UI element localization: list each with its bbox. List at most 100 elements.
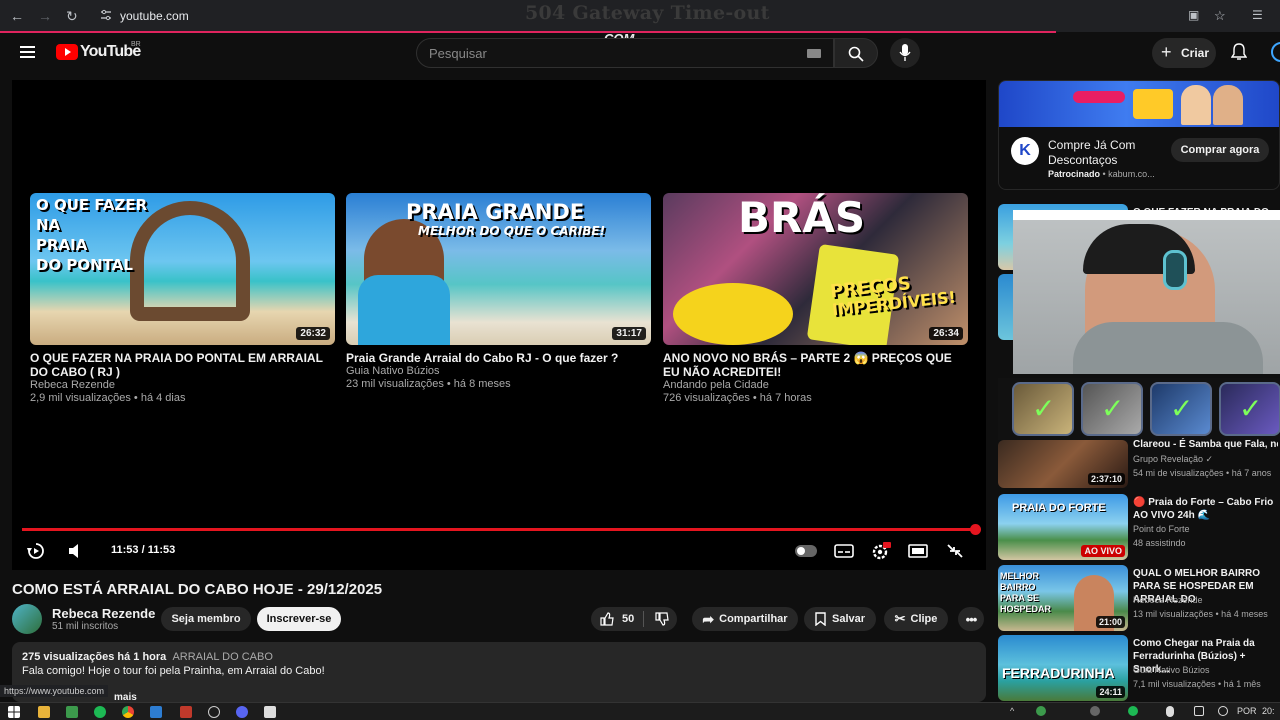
related-channel[interactable]: Guia Nativo Búzios: [1133, 665, 1210, 675]
thumbnail-text: MELHOR BAIRRO PARA SE HOSPEDAR: [1000, 571, 1052, 614]
save-button[interactable]: Salvar: [804, 607, 876, 631]
more-actions-button[interactable]: •••: [958, 607, 984, 631]
ad-sponsored-label: Patrocinado: [1048, 169, 1101, 179]
settings-gear-icon[interactable]: [871, 542, 891, 560]
bookmark-star-icon[interactable]: ☆: [1214, 8, 1226, 24]
promo-burst-shape: [673, 283, 793, 345]
description-box[interactable]: 275 visualizações há 1 hora ARRAIAL DO C…: [12, 642, 986, 702]
spotify-icon[interactable]: [94, 706, 106, 718]
app-icon[interactable]: [264, 706, 276, 718]
thumbnail-text: O QUE FAZER: [36, 196, 148, 214]
related-meta: 48 assistindo: [1133, 538, 1186, 548]
ad-live-badge: [1073, 91, 1125, 103]
tray-app-icon[interactable]: [1036, 706, 1046, 716]
video-title[interactable]: O QUE FAZER NA PRAIA DO PONTAL EM ARRAIA…: [30, 351, 335, 379]
related-channel[interactable]: Grupo Revelação ✓: [1133, 454, 1213, 465]
ad-banner-image[interactable]: [999, 81, 1279, 127]
dislike-icon[interactable]: [655, 612, 669, 626]
channel-name[interactable]: Andando pela Cidade: [663, 379, 968, 392]
ad-cta-button[interactable]: Comprar agora: [1171, 138, 1269, 162]
subscribe-button[interactable]: Inscrever-se: [257, 607, 341, 631]
tray-volume-icon[interactable]: [1218, 706, 1228, 716]
end-screen-video[interactable]: O QUE FAZER NA PRAIA DO PONTAL 26:32 O Q…: [30, 193, 335, 405]
discord-icon[interactable]: [236, 706, 248, 718]
account-avatar[interactable]: [1271, 42, 1280, 62]
site-settings-icon[interactable]: [100, 9, 112, 21]
related-video-thumbnail[interactable]: MELHOR BAIRRO PARA SE HOSPEDAR 21:00: [998, 565, 1128, 631]
tray-spotify-icon[interactable]: [1128, 706, 1138, 716]
file-explorer-icon[interactable]: [38, 706, 50, 718]
ad-person-figure: [1213, 85, 1243, 125]
related-video-thumbnail[interactable]: 2:37:10: [998, 440, 1128, 488]
share-button[interactable]: ➦ Compartilhar: [692, 607, 798, 631]
related-channel[interactable]: Rebeca Rezende: [1133, 595, 1203, 605]
app-icon[interactable]: [66, 706, 78, 718]
search-input[interactable]: Pesquisar: [416, 38, 834, 68]
input-language[interactable]: POR: [1237, 706, 1257, 716]
join-membership-button[interactable]: Seja membro: [161, 607, 251, 631]
chrome-icon[interactable]: [122, 706, 134, 718]
tray-network-icon[interactable]: [1194, 706, 1204, 716]
tray-overflow-icon[interactable]: ^: [1010, 706, 1014, 716]
related-video-thumbnail[interactable]: PRAIA DO FORTE AO VIVO: [998, 494, 1128, 560]
description-hashtag[interactable]: ARRAIAL DO CABO: [172, 651, 272, 663]
create-button[interactable]: + Criar: [1152, 38, 1216, 68]
fullscreen-exit-icon[interactable]: [945, 542, 965, 560]
video-player[interactable]: O QUE FAZER NA PRAIA DO PONTAL 26:32 O Q…: [12, 80, 986, 570]
tray-app-icon[interactable]: [1090, 706, 1100, 716]
video-meta: 23 mil visualizações • há 8 meses: [346, 378, 511, 390]
cast-icon[interactable]: ▣: [1188, 8, 1199, 22]
voice-search-button[interactable]: [890, 38, 920, 68]
autoplay-toggle[interactable]: [795, 545, 817, 557]
app-icon[interactable]: [150, 706, 162, 718]
related-video-item[interactable]: PRAIA DO FORTE AO VIVO 🔴 Praia do Forte …: [998, 494, 1280, 560]
reload-icon[interactable]: ↻: [66, 8, 78, 25]
tray-microphone-icon[interactable]: [1166, 706, 1174, 717]
sponsored-ad-card[interactable]: K Compre Já Com Descontaços Patrocinado …: [998, 80, 1280, 190]
related-video-title[interactable]: 🔴 Praia do Forte – Cabo Frio AO VIVO 24h…: [1133, 496, 1278, 522]
like-icon[interactable]: [600, 612, 614, 626]
end-screen-video[interactable]: BRÁS PREÇOS IMPERDÍVEIS! 26:34 ANO NOVO …: [663, 193, 968, 405]
obs-icon[interactable]: [208, 706, 220, 718]
progress-scrubber[interactable]: [970, 524, 981, 535]
back-icon[interactable]: ←: [10, 8, 24, 24]
ad-title[interactable]: Compre Já Com Descontaços: [1048, 138, 1158, 168]
youtube-logo-icon[interactable]: [56, 44, 78, 60]
replay-icon[interactable]: [26, 542, 46, 560]
channel-name[interactable]: Rebeca Rezende: [30, 379, 335, 392]
related-video-thumbnail[interactable]: FERRADURINHA 24:11: [998, 635, 1128, 701]
clip-button[interactable]: ✂ Clipe: [884, 607, 948, 631]
volume-icon[interactable]: [66, 542, 86, 560]
forward-icon[interactable]: →: [38, 8, 52, 24]
keyboard-icon[interactable]: [807, 49, 821, 58]
related-video-item[interactable]: 2:37:10 Clareou - É Samba que Fala, né G…: [998, 422, 1280, 488]
video-duration: 26:34: [929, 327, 963, 340]
related-video-item[interactable]: FERRADURINHA 24:11 Como Chegar na Praia …: [998, 635, 1280, 701]
subtitles-icon[interactable]: [834, 542, 854, 560]
related-video-title[interactable]: Clareou - É Samba que Fala, né: [1133, 438, 1278, 451]
windows-start-icon[interactable]: [8, 706, 20, 718]
headset-icon: [1163, 250, 1187, 290]
video-thumbnail[interactable]: BRÁS PREÇOS IMPERDÍVEIS! 26:34: [663, 193, 968, 345]
video-title[interactable]: Praia Grande Arraial do Cabo RJ - O que …: [346, 351, 651, 365]
channel-name[interactable]: Guia Nativo Búzios: [346, 365, 651, 378]
channel-avatar[interactable]: [12, 604, 42, 634]
video-thumbnail[interactable]: PRAIA GRANDE MELHOR DO QUE O CARIBE! 31:…: [346, 193, 651, 345]
scissors-icon: ✂: [894, 611, 906, 626]
search-button[interactable]: [834, 38, 878, 68]
video-title[interactable]: ANO NOVO NO BRÁS – PARTE 2 😱 PREÇOS QUE …: [663, 351, 968, 379]
share-arrow-icon: ➦: [702, 610, 715, 627]
browser-menu-icon[interactable]: ☰: [1252, 8, 1263, 22]
related-video-item[interactable]: MELHOR BAIRRO PARA SE HOSPEDAR 21:00 QUA…: [998, 565, 1280, 631]
miniplayer-icon[interactable]: [908, 542, 928, 560]
video-thumbnail[interactable]: O QUE FAZER NA PRAIA DO PONTAL 26:32: [30, 193, 335, 345]
hamburger-menu-icon[interactable]: [20, 45, 36, 59]
related-channel[interactable]: Point do Forte: [1133, 524, 1190, 534]
notifications-bell-icon[interactable]: [1231, 43, 1247, 61]
progress-bar[interactable]: [22, 528, 976, 531]
system-clock[interactable]: 20:: [1262, 706, 1275, 716]
youtube-header: YouTube BR COM Pesquisar + Criar: [0, 31, 1280, 75]
app-icon[interactable]: [180, 706, 192, 718]
end-screen-video[interactable]: PRAIA GRANDE MELHOR DO QUE O CARIBE! 31:…: [346, 193, 651, 391]
channel-name-main[interactable]: Rebeca Rezende: [52, 606, 155, 621]
